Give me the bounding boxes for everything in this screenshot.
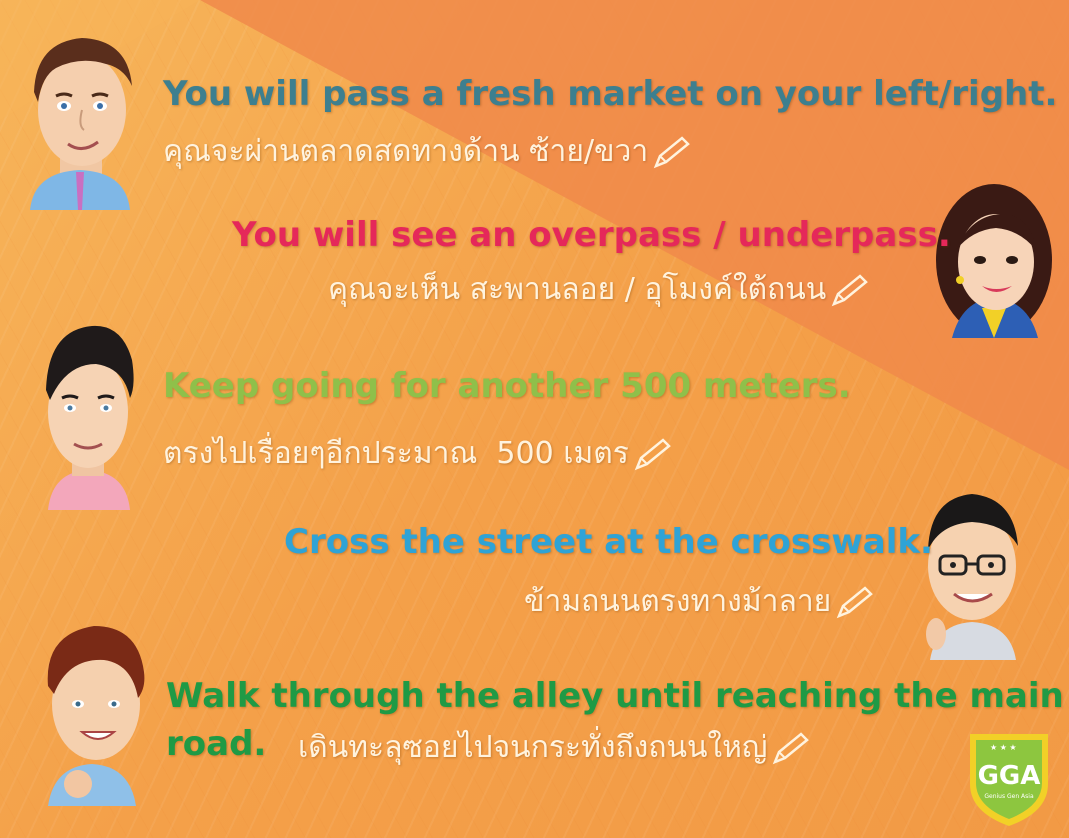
pencil-icon [832,273,869,306]
phrase-2-thai-text: คุณจะเห็น สะพานลอย / อุโมงค์ใต้ถนน [328,272,827,307]
phrase-2-english: You will see an overpass / underpass. [232,215,951,255]
phrase-1-thai-text: คุณจะผ่านตลาดสดทางด้าน ซ้าย/ขวา [163,134,649,169]
phrase-3-english: Keep going for another 500 meters. [163,366,851,406]
pencil-icon [634,437,671,470]
phrase-2-thai: คุณจะเห็น สะพานลอย / อุโมงค์ใต้ถนน [328,266,870,313]
phrase-1-english: You will pass a fresh market on your lef… [163,74,1058,114]
phrase-4-english: Cross the street at the crosswalk. [284,522,933,562]
avatar-man-1 [30,38,132,210]
phrase-3-thai: ตรงไปเรื่อยๆอีกประมาณ 500 เมตร [163,430,673,477]
phrase-5-thai: เดินทะลุซอยไปจนกระทั่งถึงถนนใหญ่ [298,724,811,771]
avatar-woman [936,184,1052,338]
pencil-icon [654,135,691,168]
pencil-icon [837,585,874,618]
pencil-icon [773,731,810,764]
gga-logo: ★ ★ ★ GGA Genius Gen Asia [970,734,1048,826]
phrase-1-thai: คุณจะผ่านตลาดสดทางด้าน ซ้าย/ขวา [163,128,692,175]
phrase-5-thai-text: เดินทะลุซอยไปจนกระทั่งถึงถนนใหญ่ [298,730,768,765]
phrase-3-thai-text: ตรงไปเรื่อยๆอีกประมาณ 500 เมตร [163,436,629,471]
phrase-4-thai-text: ข้ามถนนตรงทางม้าลาย [524,584,832,619]
avatar-man-glasses [926,494,1018,660]
phrase-4-thai: ข้ามถนนตรงทางม้าลาย [524,578,875,625]
logo-letters: GGA [978,761,1041,791]
phrase-5-english-line-1: Walk through the alley until reaching th… [166,676,1064,716]
svg-text:★ ★ ★: ★ ★ ★ [990,743,1017,752]
logo-caption: Genius Gen Asia [984,793,1034,800]
avatar-man-2 [46,325,134,510]
phrase-5-english-line-2: road. [166,724,267,764]
avatar-man-3 [47,626,145,806]
